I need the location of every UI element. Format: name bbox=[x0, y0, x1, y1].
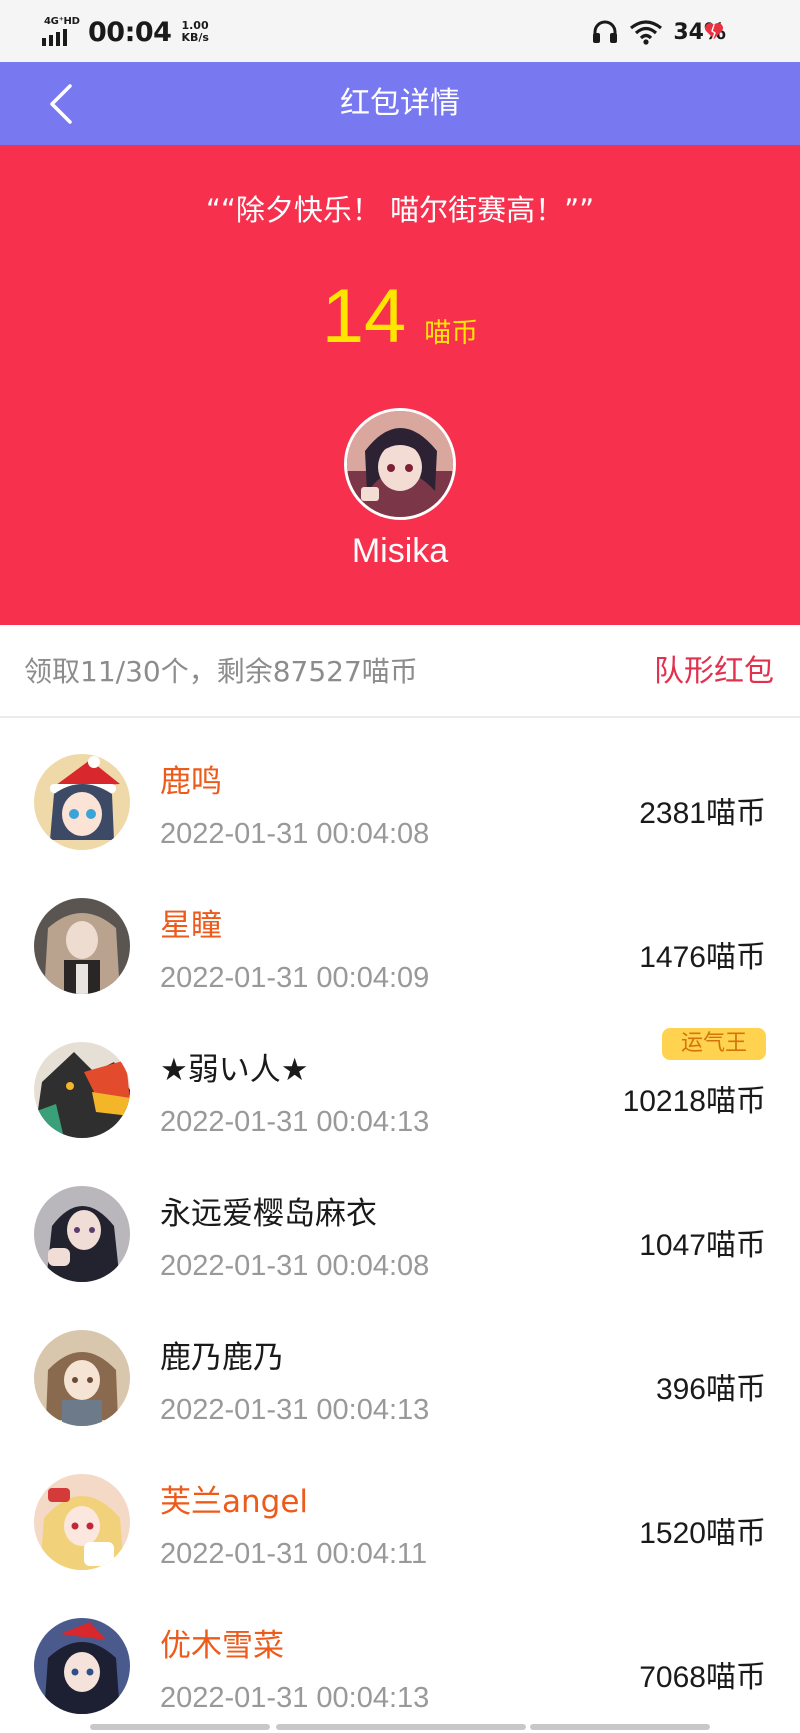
formation-red-packet-button[interactable]: 队形红包 bbox=[654, 625, 774, 718]
sender-avatar[interactable] bbox=[344, 408, 456, 520]
list-item[interactable]: 芙兰angel 2022-01-31 00:04:11 1520喵币 bbox=[0, 1440, 800, 1584]
amount-unit: 喵币 bbox=[424, 318, 479, 349]
avatar[interactable] bbox=[34, 1618, 130, 1714]
claim-time: 2022-01-31 00:04:08 bbox=[160, 818, 430, 850]
recipient-name: 星瞳 bbox=[160, 908, 222, 944]
speed-unit: KB/s bbox=[181, 31, 209, 44]
claim-time: 2022-01-31 00:04:13 bbox=[160, 1394, 430, 1426]
claimed-coins: 1520喵币 bbox=[639, 1517, 766, 1550]
status-time: 00:04 bbox=[88, 16, 172, 48]
avatar[interactable] bbox=[34, 1330, 130, 1426]
recipient-name: 芙兰angel bbox=[160, 1484, 309, 1520]
claim-time: 2022-01-31 00:04:11 bbox=[160, 1538, 428, 1570]
claim-time: 2022-01-31 00:04:09 bbox=[160, 962, 430, 994]
status-bar: 4G⁺HD 00:04 1.00 KB/s 34% bbox=[0, 0, 800, 62]
list-item[interactable]: 鹿乃鹿乃 2022-01-31 00:04:13 396喵币 bbox=[0, 1296, 800, 1440]
chevron-left-icon bbox=[50, 84, 72, 124]
avatar[interactable] bbox=[34, 754, 130, 850]
sender-name: Misika bbox=[351, 532, 449, 570]
network-type: 4G⁺HD bbox=[44, 16, 80, 27]
nav-bar: 红包详情 bbox=[0, 62, 800, 145]
claim-time: 2022-01-31 00:04:08 bbox=[160, 1250, 430, 1282]
recipient-list: 鹿鸣 2022-01-31 00:04:08 2381喵币 星瞳 2022-01… bbox=[0, 720, 800, 1728]
claimed-coins: 1047喵币 bbox=[639, 1229, 766, 1262]
network-speed: 1.00 KB/s bbox=[181, 20, 208, 44]
list-item[interactable]: ★弱い人★ 2022-01-31 00:04:13 运气王 10218喵币 bbox=[0, 1008, 800, 1152]
avatar[interactable] bbox=[34, 1474, 130, 1570]
bottom-scroll-hint bbox=[0, 1724, 800, 1733]
signal-icon: 4G⁺HD bbox=[42, 14, 80, 50]
avatar[interactable] bbox=[34, 1042, 130, 1138]
greeting-message: ““除夕快乐！ 喵尔街赛高！”” bbox=[205, 193, 595, 227]
luckiest-badge: 运气王 bbox=[662, 1028, 766, 1060]
claim-status: 领取11/30个，剩余87527喵币 bbox=[24, 655, 418, 688]
amount-display: 14 喵币 bbox=[0, 273, 800, 360]
avatar[interactable] bbox=[34, 898, 130, 994]
sender-avatar-image bbox=[347, 411, 453, 517]
avatar[interactable] bbox=[34, 1186, 130, 1282]
heart-icon bbox=[705, 23, 723, 39]
claimed-coins: 10218喵币 bbox=[622, 1085, 766, 1118]
recipient-name: 优木雪菜 bbox=[160, 1628, 284, 1664]
red-packet-header: ““除夕快乐！ 喵尔街赛高！”” 14 喵币 Misika bbox=[0, 145, 800, 625]
received-amount: 14 bbox=[321, 274, 407, 359]
list-item[interactable]: 永远爱樱岛麻衣 2022-01-31 00:04:08 1047喵币 bbox=[0, 1152, 800, 1296]
claim-time: 2022-01-31 00:04:13 bbox=[160, 1106, 430, 1138]
page-title: 红包详情 bbox=[340, 86, 460, 121]
recipient-name: ★弱い人★ bbox=[160, 1052, 309, 1088]
recipient-name: 鹿乃鹿乃 bbox=[160, 1340, 284, 1376]
list-item[interactable]: 优木雪菜 2022-01-31 00:04:13 7068喵币 bbox=[0, 1584, 800, 1728]
status-left: 4G⁺HD 00:04 1.00 KB/s bbox=[42, 12, 209, 52]
claim-summary: 领取11/30个，剩余87527喵币 队形红包 bbox=[0, 625, 800, 718]
claim-time: 2022-01-31 00:04:13 bbox=[160, 1682, 430, 1714]
headphones-icon bbox=[593, 20, 618, 43]
claimed-coins: 7068喵币 bbox=[639, 1661, 766, 1694]
wifi-icon bbox=[630, 20, 663, 45]
recipient-name: 永远爱樱岛麻衣 bbox=[160, 1196, 377, 1232]
list-item[interactable]: 鹿鸣 2022-01-31 00:04:08 2381喵币 bbox=[0, 720, 800, 864]
claimed-coins: 2381喵币 bbox=[639, 797, 766, 830]
claimed-coins: 1476喵币 bbox=[639, 941, 766, 974]
claimed-coins: 396喵币 bbox=[655, 1373, 766, 1406]
list-item[interactable]: 星瞳 2022-01-31 00:04:09 1476喵币 bbox=[0, 864, 800, 1008]
recipient-name: 鹿鸣 bbox=[160, 764, 222, 800]
back-button[interactable] bbox=[44, 80, 88, 128]
